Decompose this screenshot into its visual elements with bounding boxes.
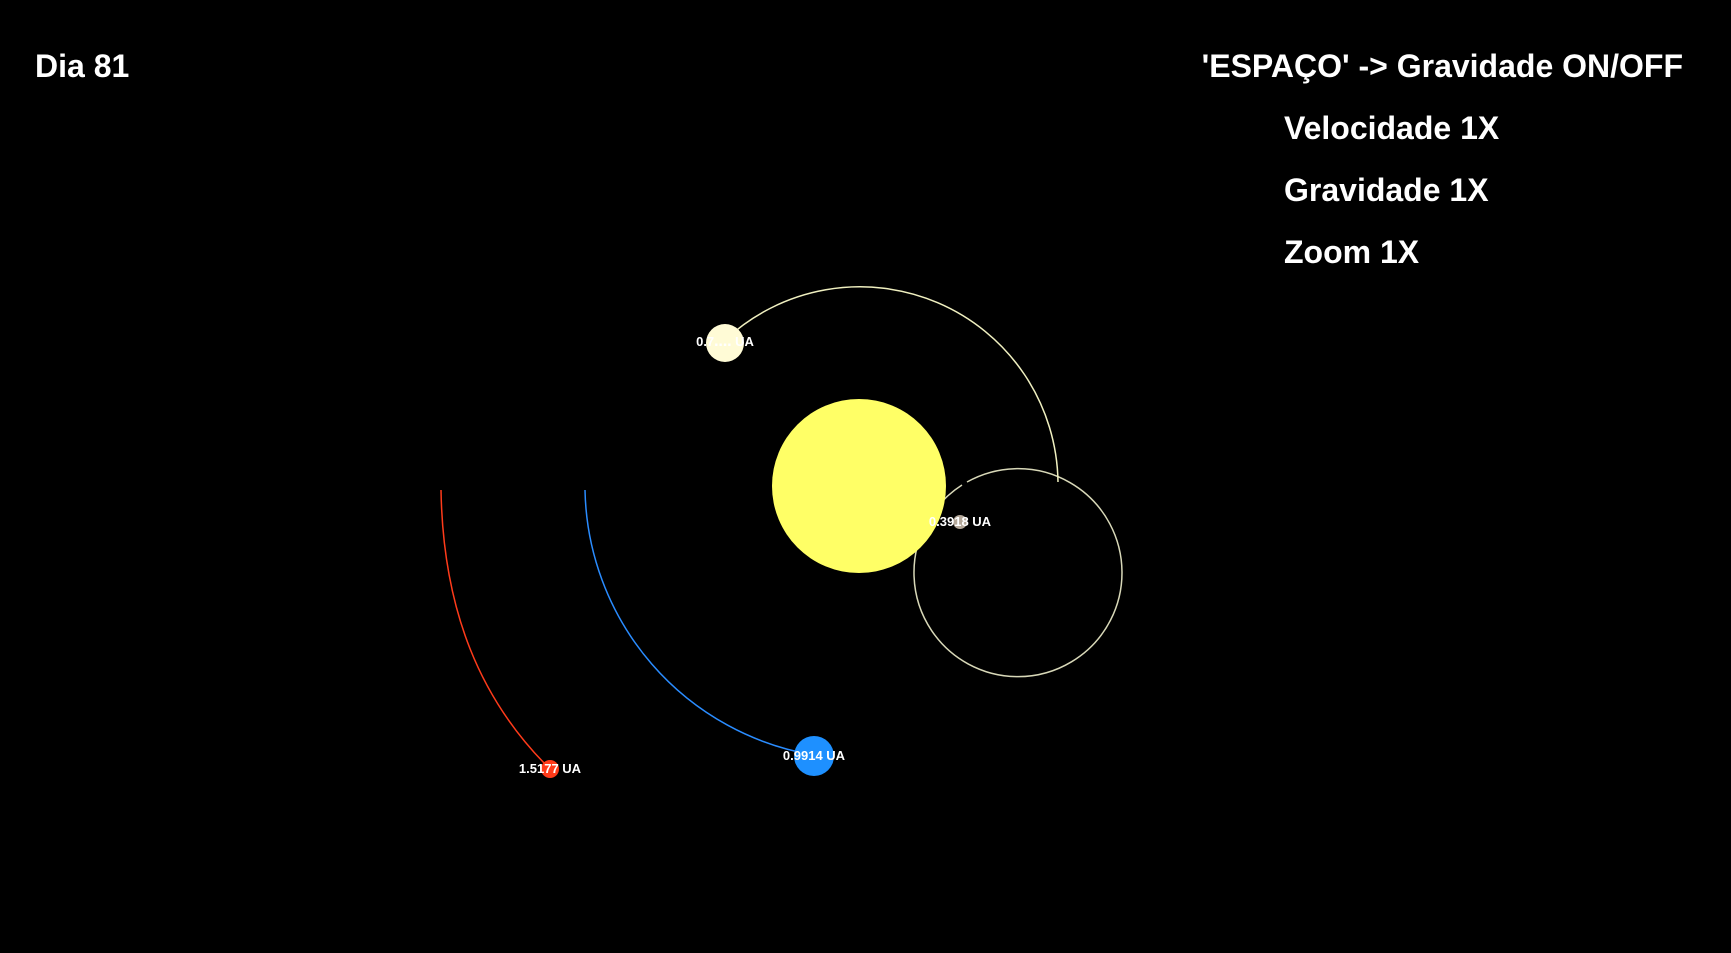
- earth-distance-label: 0.9914 UA: [783, 748, 846, 763]
- sun: [772, 399, 946, 573]
- mars-orbit-trail: [440, 489, 551, 770]
- earth-orbit-trail: [584, 489, 815, 756]
- mercury-orbit-trail: [913, 467, 1123, 678]
- mercury-distance-label: 0.3918 UA: [929, 514, 992, 529]
- gravity-indicator: Gravidade 1X: [1284, 172, 1489, 208]
- zoom-indicator: Zoom 1X: [1284, 234, 1420, 270]
- simulation-canvas[interactable]: 0.7‥‥ UA 0.3918 UA 0.9914 UA 1.5177 UA D…: [0, 0, 1731, 953]
- gravity-toggle-hint: 'ESPAÇO' -> Gravidade ON/OFF: [1201, 48, 1683, 84]
- venus-distance-label: 0.7‥‥ UA: [696, 334, 754, 349]
- speed-indicator: Velocidade 1X: [1284, 110, 1500, 146]
- day-counter: Dia 81: [35, 48, 130, 84]
- mars-distance-label: 1.5177 UA: [519, 761, 582, 776]
